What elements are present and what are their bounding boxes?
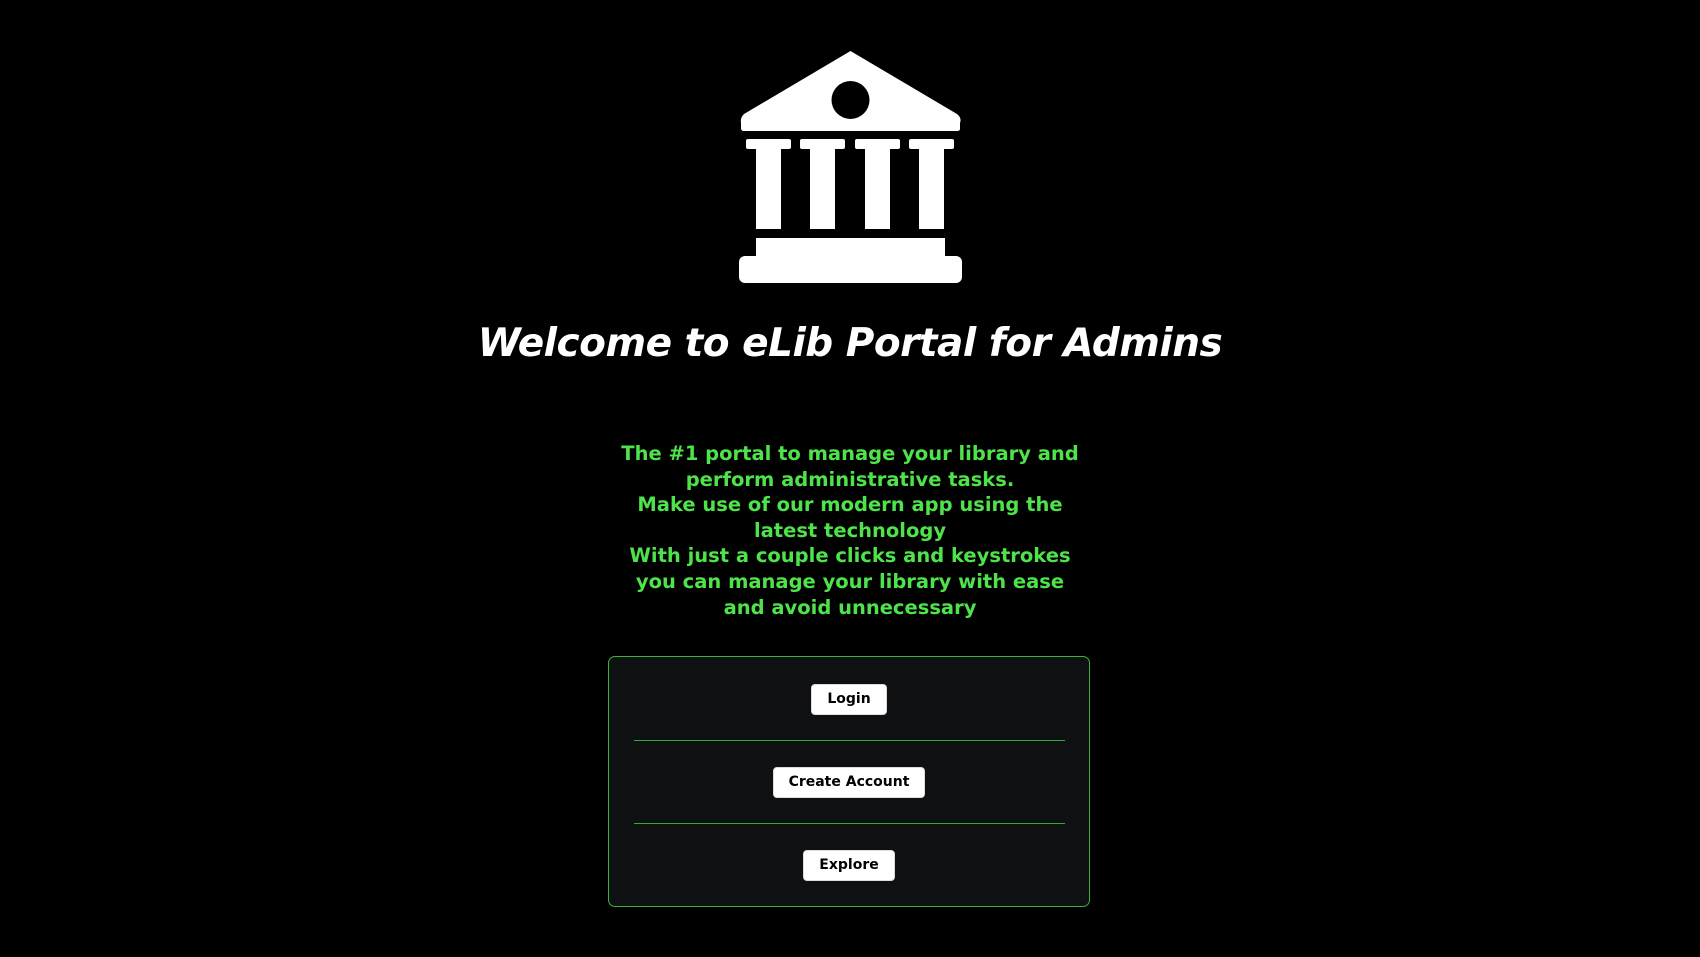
create-account-button[interactable]: Create Account (772, 767, 926, 798)
tagline-line: With just a couple clicks and keystrokes (629, 544, 1071, 568)
actions-card: Login Create Account Explore (608, 656, 1090, 907)
login-button[interactable]: Login (811, 684, 887, 715)
create-account-row: Create Account (609, 767, 1089, 798)
divider (634, 823, 1065, 824)
login-row: Login (609, 684, 1089, 715)
tagline: The #1 portal to manage your library and… (600, 441, 1100, 620)
tagline-line: you can manage your library with ease (635, 569, 1065, 593)
tagline-line: latest technology (753, 518, 947, 542)
explore-button[interactable]: Explore (803, 850, 895, 881)
tagline-line: Make use of our modern app using the (637, 493, 1063, 517)
page-title: Welcome to eLib Portal for Admins (477, 321, 1223, 366)
tagline-line: perform administrative tasks. (685, 467, 1015, 491)
divider (634, 740, 1065, 741)
tagline-line: and avoid unnecessary (723, 595, 977, 619)
landmark-icon (739, 51, 962, 283)
tagline-line: The #1 portal to manage your library and (621, 442, 1079, 465)
explore-row: Explore (609, 850, 1089, 881)
